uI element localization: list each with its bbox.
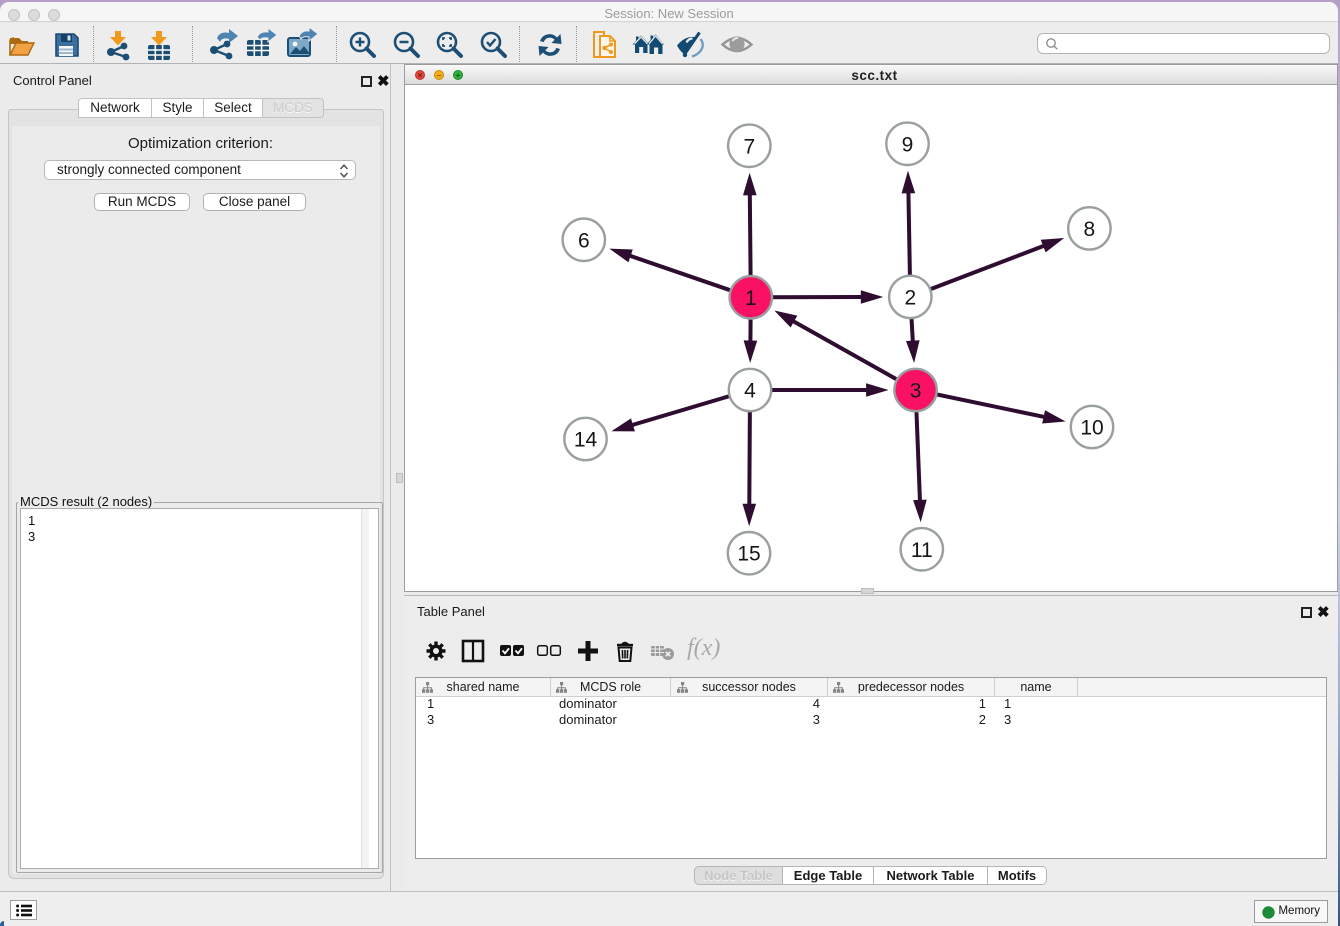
svg-text:6: 6 [578, 229, 590, 252]
svg-text:14: 14 [574, 429, 598, 452]
svg-text:8: 8 [1084, 218, 1096, 241]
svg-text:11: 11 [911, 539, 933, 562]
svg-text:4: 4 [744, 380, 756, 403]
svg-text:1: 1 [745, 287, 757, 310]
svg-text:15: 15 [737, 543, 760, 566]
svg-text:3: 3 [910, 380, 922, 403]
svg-text:7: 7 [743, 135, 755, 158]
svg-text:2: 2 [904, 286, 916, 309]
svg-text:9: 9 [902, 133, 914, 156]
svg-text:10: 10 [1080, 417, 1103, 440]
